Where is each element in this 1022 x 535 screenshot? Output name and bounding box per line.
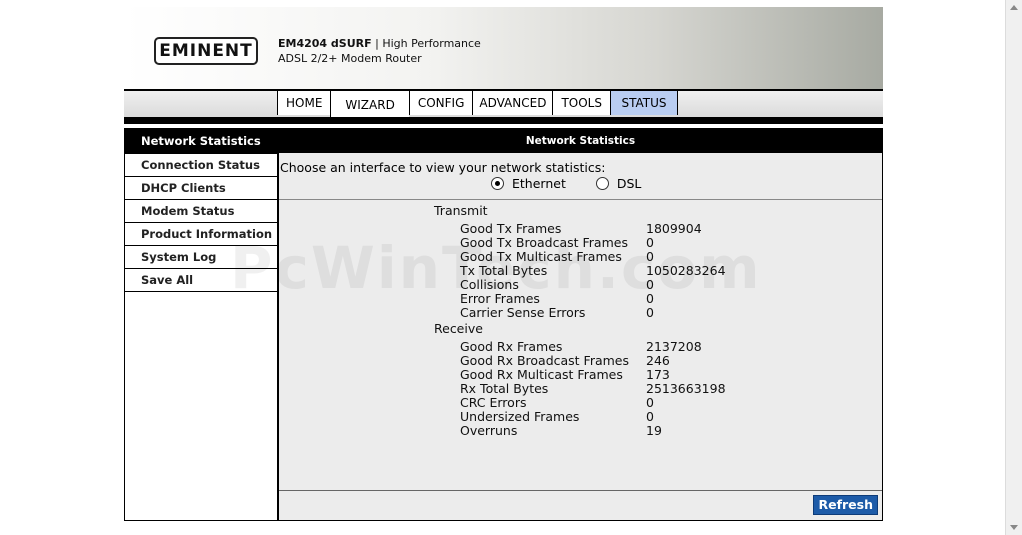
stat-value: 2137208	[646, 339, 702, 354]
tab-advanced[interactable]: ADVANCED	[472, 91, 553, 115]
scroll-down-icon[interactable]	[1010, 525, 1018, 530]
model-name: EM4204 dSURF	[278, 37, 372, 50]
stat-value: 2513663198	[646, 381, 726, 396]
table-row: CRC Errors 0	[279, 396, 882, 410]
table-row: Good Rx Frames 2137208	[279, 340, 882, 354]
stat-label: Good Rx Frames	[460, 339, 563, 354]
stat-label: Carrier Sense Errors	[460, 305, 586, 320]
dsl-label: DSL	[616, 176, 642, 191]
scroll-up-icon[interactable]	[1010, 5, 1018, 10]
table-row: Good Rx Multicast Frames 173	[279, 368, 882, 382]
table-row: Good Rx Broadcast Frames 246	[279, 354, 882, 368]
table-row: Rx Total Bytes 2513663198	[279, 382, 882, 396]
stat-label: CRC Errors	[460, 395, 527, 410]
tab-status[interactable]: STATUS	[609, 91, 678, 115]
ethernet-radio[interactable]	[491, 177, 504, 190]
footer-divider	[279, 490, 882, 491]
stat-value: 173	[646, 367, 670, 382]
sidebar-item-modem-status[interactable]: Modem Status	[125, 200, 277, 223]
stat-label: Undersized Frames	[460, 409, 580, 424]
stat-value: 19	[646, 423, 662, 438]
content-panel: Network Statistics Choose an interface t…	[278, 128, 883, 521]
refresh-button[interactable]: Refresh	[813, 495, 878, 515]
stat-value: 246	[646, 353, 670, 368]
sidebar-item-dhcp-clients[interactable]: DHCP Clients	[125, 177, 277, 200]
sidebar-item-connection-status[interactable]: Connection Status	[125, 154, 277, 177]
stat-value: 0	[646, 395, 654, 410]
table-row: Overruns 19	[279, 424, 882, 438]
transmit-heading: Transmit	[434, 203, 488, 218]
nav-separator	[124, 117, 883, 124]
stat-label: Good Rx Broadcast Frames	[460, 353, 630, 368]
panel-title: Network Statistics	[279, 129, 882, 153]
stat-label: Good Rx Multicast Frames	[460, 367, 623, 382]
header-banner: EMINENT EM4204 dSURF | High Performance …	[124, 7, 883, 89]
vertical-scrollbar[interactable]	[1005, 0, 1022, 535]
stat-value: 0	[646, 409, 654, 424]
eminent-logo: EMINENT	[154, 37, 258, 65]
tagline-2: ADSL 2/2+ Modem Router	[278, 52, 422, 65]
watermark: PcWinTech.com	[230, 234, 762, 302]
dsl-radio[interactable]	[595, 177, 609, 190]
tab-tools[interactable]: TOOLS	[552, 91, 610, 115]
sidebar-item-network-statistics[interactable]: Network Statistics	[125, 129, 277, 154]
receive-heading: Receive	[434, 321, 483, 336]
tab-config[interactable]: CONFIG	[408, 91, 473, 115]
interface-selector: Ethernet DSL	[491, 176, 641, 191]
tab-wizard[interactable]: WIZARD	[330, 91, 409, 117]
tagline-1: | High Performance	[375, 37, 481, 50]
divider	[279, 199, 882, 200]
table-row: Undersized Frames 0	[279, 410, 882, 424]
product-info: EM4204 dSURF | High Performance ADSL 2/2…	[278, 36, 481, 66]
tab-home[interactable]: HOME	[277, 91, 331, 115]
stat-label: Rx Total Bytes	[460, 381, 549, 396]
ethernet-label: Ethernet	[512, 176, 566, 191]
sidebar: Network Statistics Connection Status DHC…	[124, 128, 278, 521]
stat-label: Overruns	[460, 423, 518, 438]
table-row: Carrier Sense Errors 0	[279, 306, 882, 320]
interface-prompt: Choose an interface to view your network…	[280, 160, 606, 175]
stat-value: 0	[646, 305, 654, 320]
